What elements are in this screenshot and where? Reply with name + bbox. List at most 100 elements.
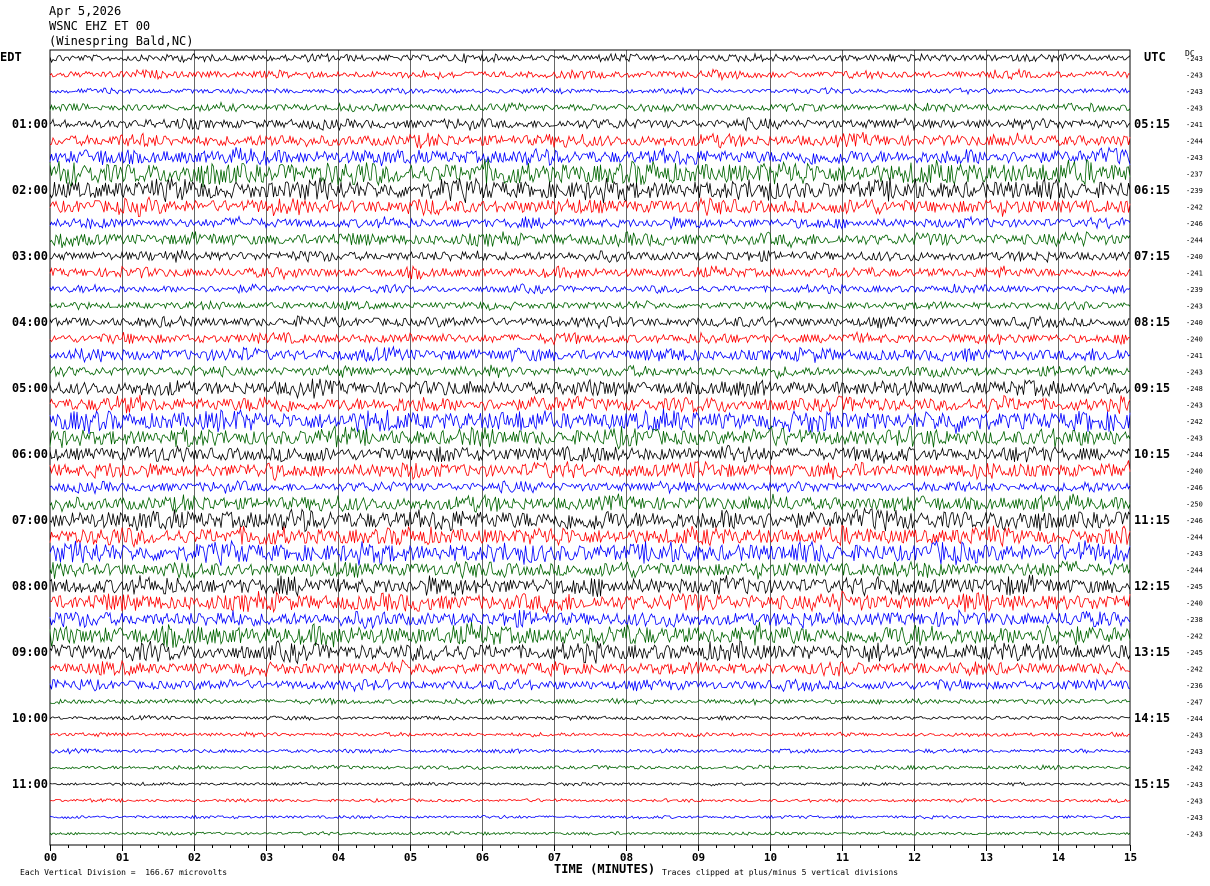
dc-offset-label: -243 <box>1186 435 1203 443</box>
scale-note: Each Vertical Division = 166.67 microvol… <box>20 868 228 877</box>
dc-offset-label: -243 <box>1186 781 1203 789</box>
dc-offset-label: -244 <box>1186 451 1203 459</box>
right-hour-label: 12:15 <box>1134 579 1170 593</box>
x-tick-label: 13 <box>980 851 993 864</box>
dc-offset-label: -241 <box>1186 352 1203 360</box>
seismic-trace <box>49 378 1131 400</box>
dc-offset-label: -243 <box>1186 748 1203 756</box>
right-hour-label: 06:15 <box>1134 183 1170 197</box>
left-hour-label: 11:00 <box>12 777 48 791</box>
left-hour-label: 08:00 <box>12 579 48 593</box>
seismic-trace <box>49 697 1131 707</box>
right-hour-label: 14:15 <box>1134 711 1170 725</box>
x-tick-label: 03 <box>260 851 273 864</box>
dc-offset-label: -240 <box>1186 336 1203 344</box>
dc-offset-label: -244 <box>1186 138 1203 146</box>
x-tick-label: 14 <box>1052 851 1066 864</box>
seismic-trace <box>49 506 1131 533</box>
x-tick-label: 00 <box>44 851 57 864</box>
left-hour-label: 04:00 <box>12 315 48 329</box>
left-hour-label: 06:00 <box>12 447 48 461</box>
seismic-trace <box>49 424 1131 450</box>
seismic-trace <box>49 231 1131 249</box>
right-hour-label: 08:15 <box>1134 315 1170 329</box>
right-hour-label: 05:15 <box>1134 117 1170 131</box>
dc-offset-label: -242 <box>1186 633 1203 641</box>
dc-offset-label: -243 <box>1186 402 1203 410</box>
right-hour-label: 13:15 <box>1134 645 1170 659</box>
right-hour-label: 10:15 <box>1134 447 1170 461</box>
dc-offset-label: -246 <box>1186 220 1203 228</box>
seismic-trace <box>49 131 1131 149</box>
seismic-trace <box>49 814 1131 820</box>
dc-offset-label: -246 <box>1186 484 1203 492</box>
dc-offset-label: -242 <box>1186 204 1203 212</box>
x-tick-label: 12 <box>908 851 921 864</box>
seismic-trace <box>49 67 1131 82</box>
dc-offset-label: -243 <box>1186 369 1203 377</box>
seismic-trace <box>49 781 1131 787</box>
dc-offset-label: -244 <box>1186 715 1203 723</box>
dc-offset-label: -245 <box>1186 649 1203 657</box>
x-tick-label: 15 <box>1124 851 1137 864</box>
seismic-trace <box>49 460 1131 482</box>
left-hour-label: 05:00 <box>12 381 48 395</box>
dc-offset-label: -248 <box>1186 385 1203 393</box>
dc-offset-label: -244 <box>1186 237 1203 245</box>
seismic-trace <box>49 299 1131 311</box>
seismic-trace <box>49 196 1131 217</box>
dc-offset-label: -243 <box>1186 105 1203 113</box>
seismic-trace <box>49 560 1131 580</box>
dc-offset-label: -238 <box>1186 616 1203 624</box>
seismic-trace <box>49 831 1131 836</box>
dc-offset-label: -242 <box>1186 666 1203 674</box>
seismic-trace <box>49 215 1131 231</box>
seismic-trace <box>49 394 1131 414</box>
x-tick-label: 05 <box>404 851 417 864</box>
dc-offset-label: -245 <box>1186 583 1203 591</box>
dc-offset-label: -246 <box>1186 517 1203 525</box>
seismic-trace <box>49 100 1131 114</box>
dc-offset-label: -243 <box>1186 732 1203 740</box>
seismic-trace <box>49 539 1131 566</box>
seismic-trace <box>49 714 1131 722</box>
dc-offset-label: -240 <box>1186 468 1203 476</box>
seismic-trace <box>49 590 1131 614</box>
dc-offset-label: -241 <box>1186 270 1203 278</box>
plot-frame <box>49 49 1131 846</box>
seismic-trace <box>49 249 1131 264</box>
dc-offset-label: -239 <box>1186 286 1203 294</box>
dc-offset-label: -243 <box>1186 798 1203 806</box>
dc-offset-label: -244 <box>1186 567 1203 575</box>
dc-offset-label: -243 <box>1186 814 1203 822</box>
right-hour-label: 15:15 <box>1134 777 1170 791</box>
dc-offset-label: -240 <box>1186 600 1203 608</box>
dc-offset-label: -236 <box>1186 682 1203 690</box>
right-hour-label: 07:15 <box>1134 249 1170 263</box>
left-hour-label: 02:00 <box>12 183 48 197</box>
seismic-trace <box>49 574 1131 598</box>
dc-offset-label: -243 <box>1186 88 1203 96</box>
dc-offset-label: -239 <box>1186 187 1203 195</box>
x-tick-label: 10 <box>764 851 777 864</box>
seismic-trace <box>49 493 1131 513</box>
seismic-trace <box>49 117 1131 132</box>
seismic-trace <box>49 408 1131 434</box>
x-tick-label: 09 <box>692 851 705 864</box>
left-hour-label: 03:00 <box>12 249 48 263</box>
seismic-trace <box>49 283 1131 295</box>
dc-offset-label: -247 <box>1186 699 1203 707</box>
dc-offset-label: -243 <box>1186 72 1203 80</box>
dc-offset-label: -240 <box>1186 319 1203 327</box>
seismic-trace <box>49 764 1131 771</box>
dc-offset-label: -243 <box>1186 831 1203 839</box>
x-tick-label: 11 <box>836 851 850 864</box>
dc-offset-label: -250 <box>1186 501 1203 509</box>
dc-offset-label: -237 <box>1186 171 1203 179</box>
seismic-trace <box>49 731 1131 738</box>
dc-offset-label: -240 <box>1186 253 1203 261</box>
x-tick-label: 06 <box>476 851 490 864</box>
right-hour-label: 09:15 <box>1134 381 1170 395</box>
seismic-trace <box>49 608 1131 630</box>
clip-note: Traces clipped at plus/minus 5 vertical … <box>662 868 899 877</box>
